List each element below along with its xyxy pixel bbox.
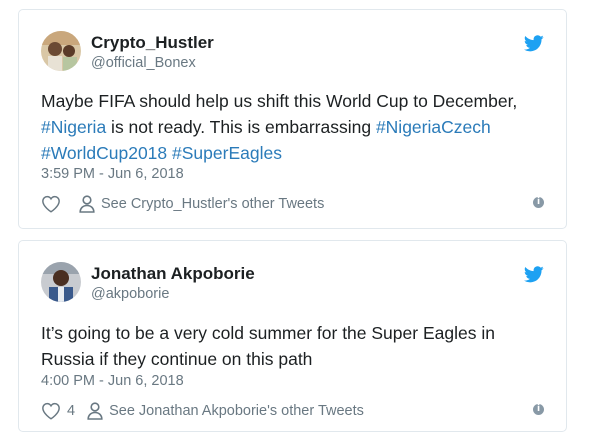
twitter-bird-icon[interactable] — [523, 35, 544, 52]
info-icon[interactable]: i — [533, 404, 544, 415]
hashtag-link[interactable]: #SuperEagles — [172, 143, 282, 163]
tweet-card: Jonathan Akpoborie @akpoborie It’s going… — [18, 240, 567, 432]
tweet-text-segment: Maybe FIFA should help us shift this Wor… — [41, 91, 518, 111]
person-icon[interactable] — [79, 195, 95, 213]
user-handle[interactable]: @official_Bonex — [91, 55, 196, 71]
heart-icon[interactable] — [41, 195, 61, 213]
like-count: 4 — [67, 403, 76, 419]
avatar[interactable] — [41, 31, 81, 71]
tweet-text-segment: is not ready. This is embarrassing — [106, 117, 376, 137]
tweet-actions: See Crypto_Hustler's other Tweets i — [41, 193, 544, 215]
user-handle[interactable]: @akpoborie — [91, 286, 169, 302]
tweet-card: Crypto_Hustler @official_Bonex Maybe FIF… — [18, 9, 567, 229]
tweet-actions: 4 See Jonathan Akpoborie's other Tweets … — [41, 400, 544, 422]
hashtag-link[interactable]: #WorldCup2018 — [41, 143, 167, 163]
display-name[interactable]: Crypto_Hustler — [91, 33, 214, 53]
hashtag-link[interactable]: #NigeriaCzech — [376, 117, 491, 137]
other-tweets-link[interactable]: See Crypto_Hustler's other Tweets — [101, 196, 324, 212]
twitter-bird-icon[interactable] — [523, 266, 544, 283]
avatar[interactable] — [41, 262, 81, 302]
display-name[interactable]: Jonathan Akpoborie — [91, 264, 255, 284]
hashtag-link[interactable]: #Nigeria — [41, 117, 106, 137]
person-icon[interactable] — [87, 402, 103, 420]
timestamp[interactable]: 4:00 PM - Jun 6, 2018 — [41, 373, 184, 389]
tweet-text: Maybe FIFA should help us shift this Wor… — [41, 88, 546, 166]
other-tweets-link[interactable]: See Jonathan Akpoborie's other Tweets — [109, 403, 364, 419]
info-icon[interactable]: i — [533, 197, 544, 208]
tweet-text: It’s going to be a very cold summer for … — [41, 323, 495, 369]
timestamp[interactable]: 3:59 PM - Jun 6, 2018 — [41, 166, 184, 182]
heart-icon[interactable] — [41, 402, 61, 420]
